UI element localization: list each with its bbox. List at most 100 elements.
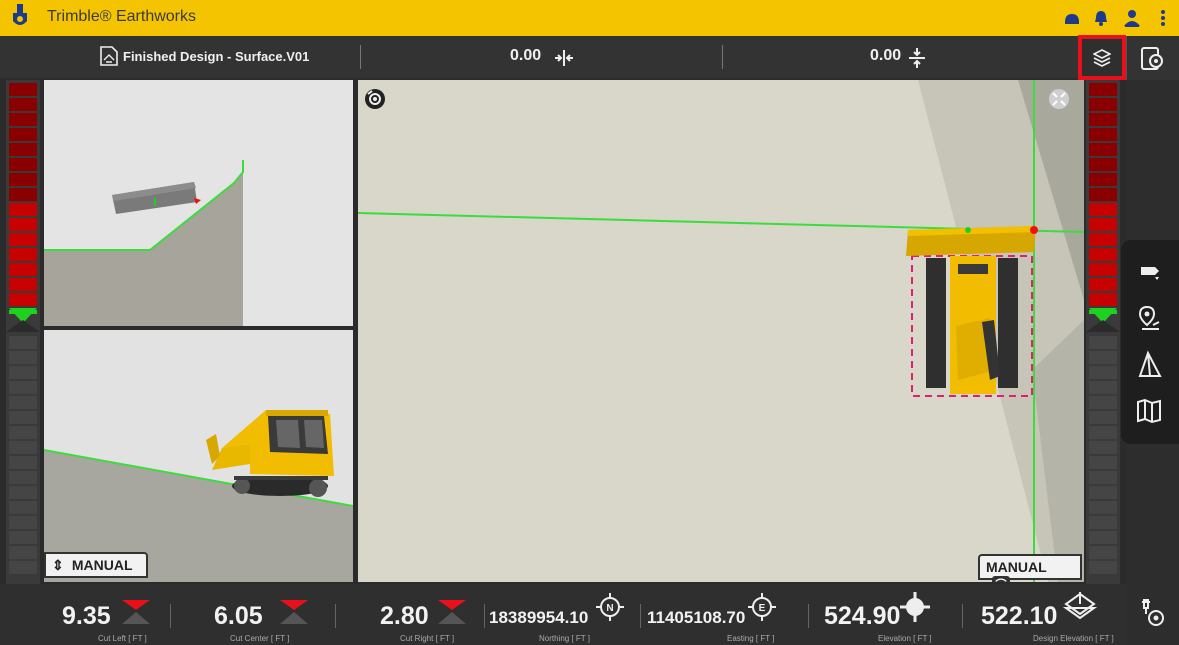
gauge-cut-segment <box>1089 188 1117 201</box>
gauge-fill-segment <box>9 546 37 559</box>
design-elevation-caption: Design Elevation [ FT ] <box>1033 634 1114 643</box>
gauge-fill-segment <box>1089 441 1117 454</box>
layers-button[interactable] <box>1078 35 1126 80</box>
gauge-fill-segment <box>1089 411 1117 424</box>
east-compass-icon: E <box>748 593 776 621</box>
machine-settings-button[interactable] <box>1126 584 1179 645</box>
device-settings-button[interactable] <box>1126 36 1179 80</box>
gauge-cut-segment <box>1089 113 1117 126</box>
flag-marker-icon[interactable] <box>1133 256 1167 290</box>
collapse-view-icon[interactable] <box>1048 88 1070 110</box>
gauge-cut-segment <box>9 218 37 231</box>
gauge-fill-segment <box>1089 516 1117 529</box>
gauge-fill-segment <box>1089 486 1117 499</box>
gauge-fill-segment <box>9 561 37 574</box>
cut-center-value: 6.05 <box>214 602 263 630</box>
auto-manual-icon: ⇕ <box>52 557 64 573</box>
cross-slope-icon <box>555 50 573 66</box>
app-title: Trimble® Earthworks <box>47 8 196 25</box>
cut-down-arrow-icon <box>122 600 150 624</box>
elevation-value: 524.90 <box>824 602 901 630</box>
gauge-fill-segment <box>1089 546 1117 559</box>
svg-text:E: E <box>759 603 766 614</box>
view-orientation-icon[interactable] <box>364 88 386 110</box>
machine-settings-icon <box>1142 599 1164 626</box>
cloud-sync-icon[interactable] <box>1062 8 1082 28</box>
northing-readout[interactable]: 18389954.10 N Northing [ FT ] <box>487 584 637 645</box>
gauge-cut-segment <box>1089 218 1117 231</box>
status-divider <box>962 604 963 628</box>
gauge-cut-segment <box>1089 173 1117 186</box>
gauge-fill-segment <box>1089 426 1117 439</box>
left-gauge-segments <box>6 83 40 574</box>
cut-center-readout[interactable]: 6.05 Cut Center [ FT ] <box>190 584 330 645</box>
gauge-fill-segment <box>1089 456 1117 469</box>
operator-user-icon[interactable] <box>1122 8 1142 28</box>
design-name[interactable]: Finished Design - Surface.V01 <box>123 49 309 64</box>
guidance-status-bar: 9.35 Cut Left [ FT ] 6.05 Cut Center [ F… <box>0 584 1126 645</box>
design-header: Finished Design - Surface.V01 0.00 0.00 <box>0 36 1126 78</box>
mainfall-value: 0.00 <box>870 47 902 64</box>
gauge-cut-segment <box>9 128 37 141</box>
svg-text:N: N <box>606 603 613 614</box>
gauge-cut-segment <box>9 83 37 96</box>
gauge-fill-segment <box>9 351 37 364</box>
cut-left-value: 9.35 <box>62 602 111 630</box>
cut-down-arrow-icon <box>280 600 308 624</box>
right-blade-level-gauge <box>1086 80 1120 584</box>
view-separator <box>44 326 353 330</box>
gauge-cut-segment <box>1089 278 1117 291</box>
road-view-icon[interactable] <box>1133 348 1167 382</box>
design-elevation-readout[interactable]: 522.10 Design Elevation [ FT ] <box>975 584 1125 645</box>
gauge-cut-segment <box>1089 248 1117 261</box>
cut-right-readout[interactable]: 2.80 Cut Right [ FT ] <box>360 584 485 645</box>
gauge-fill-segment <box>9 411 37 424</box>
gauge-cut-segment <box>1089 293 1117 306</box>
gauge-cut-segment <box>9 203 37 216</box>
northing-value: 18389954.10 <box>489 608 589 627</box>
elevation-caption: Elevation [ FT ] <box>878 634 932 643</box>
more-menu-icon[interactable] <box>1153 8 1173 28</box>
notification-bell-icon[interactable] <box>1091 8 1111 28</box>
gauge-fill-segment <box>9 471 37 484</box>
profile-mode-tag[interactable]: ⇕ MANUAL <box>44 552 148 578</box>
title-bar: Trimble® Earthworks <box>0 0 1179 36</box>
gauge-cut-segment <box>1089 203 1117 216</box>
profile-view[interactable]: ⇕ MANUAL <box>44 330 353 582</box>
gauge-cut-segment <box>9 158 37 171</box>
mainfall-icon <box>909 48 925 68</box>
map-icon[interactable] <box>1133 394 1167 428</box>
plan-view[interactable]: MANUAL ⌒ <box>358 80 1084 582</box>
status-divider <box>640 604 641 628</box>
layers-icon <box>1093 49 1111 67</box>
status-divider <box>808 604 809 628</box>
steering-icon: ⌒ <box>992 576 1010 582</box>
main-mode-tag[interactable]: MANUAL ⌒ <box>978 554 1082 582</box>
cross-section-view[interactable] <box>44 80 353 326</box>
cross-slope-value: 0.00 <box>510 47 542 64</box>
design-file-icon[interactable] <box>98 45 120 67</box>
gauge-cut-segment <box>9 188 37 201</box>
gauge-cut-segment <box>9 113 37 126</box>
right-gauge-segments <box>1086 83 1120 574</box>
status-divider <box>170 604 171 628</box>
gauge-fill-segment <box>9 456 37 469</box>
earthworks-screen: Trimble® Earthworks Finished Design - Su… <box>0 0 1179 645</box>
gauge-cut-segment <box>1089 263 1117 276</box>
header-divider <box>722 45 723 69</box>
cut-left-readout[interactable]: 9.35 Cut Left [ FT ] <box>40 584 170 645</box>
location-pin-icon[interactable] <box>1133 302 1167 336</box>
gauge-fill-segment <box>1089 501 1117 514</box>
gauge-cut-segment <box>9 233 37 246</box>
gauge-cut-segment <box>9 173 37 186</box>
status-divider <box>484 604 485 628</box>
easting-readout[interactable]: 11405108.70 E Easting [ FT ] <box>645 584 805 645</box>
gauge-fill-segment <box>1089 351 1117 364</box>
cross-section-scene <box>44 80 353 326</box>
gauge-fill-segment <box>1089 336 1117 349</box>
elevation-readout[interactable]: 524.90 Elevation [ FT ] <box>820 584 960 645</box>
cut-down-arrow-icon <box>438 600 466 624</box>
gauge-fill-segment <box>1089 366 1117 379</box>
gauge-fill-segment <box>9 441 37 454</box>
gauge-cut-segment <box>9 293 37 306</box>
